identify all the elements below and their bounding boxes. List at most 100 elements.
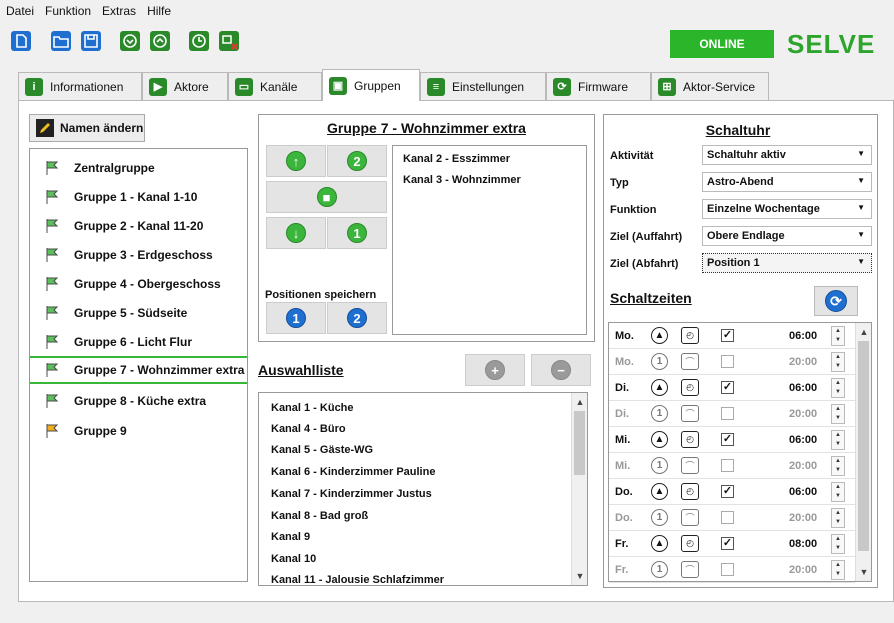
up-arrow-icon[interactable]: ▲ (651, 535, 668, 552)
time-value[interactable]: 20:00 (789, 460, 817, 472)
time-stepper[interactable]: ▲ ▼ (831, 456, 845, 476)
target-down-select[interactable]: Position 1 ▼ (702, 253, 872, 273)
down-button[interactable]: ↓ (266, 217, 326, 249)
enable-checkbox[interactable]: ✓ (721, 381, 734, 394)
scroll-thumb[interactable] (574, 411, 585, 475)
clock-icon[interactable]: ◴ (681, 431, 699, 448)
scroll-down-icon[interactable]: ▼ (572, 569, 588, 583)
position-1-icon[interactable]: 1 (651, 561, 668, 578)
up-arrow-icon[interactable]: ▲ (651, 379, 668, 396)
time-value[interactable]: 20:00 (789, 408, 817, 420)
down-icon[interactable] (119, 30, 141, 52)
function-select[interactable]: Einzelne Wochentage ▼ (702, 199, 872, 219)
list-item[interactable]: Gruppe 6 - Licht Flur (30, 328, 247, 356)
list-item[interactable]: Kanal 1 - Küche (271, 402, 354, 414)
time-stepper[interactable]: ▲ ▼ (831, 352, 845, 372)
menu-hilfe[interactable]: Hilfe (147, 4, 171, 18)
scroll-thumb[interactable] (858, 341, 869, 551)
target-up-select[interactable]: Obere Endlage ▼ (702, 226, 872, 246)
save-position-2-button[interactable]: 2 (327, 302, 387, 334)
tab-einstellungen[interactable]: ≡ Einstellungen (420, 72, 546, 100)
scroll-up-icon[interactable]: ▲ (572, 395, 588, 409)
stop-button[interactable]: ■ (266, 181, 387, 213)
type-select[interactable]: Astro-Abend ▼ (702, 172, 872, 192)
time-stepper[interactable]: ▲ ▼ (831, 326, 845, 346)
save-icon[interactable] (80, 30, 102, 52)
time-stepper[interactable]: ▲ ▼ (831, 560, 845, 580)
time-stepper[interactable]: ▲ ▼ (831, 534, 845, 554)
time-value[interactable]: 06:00 (789, 330, 817, 342)
tab-aktore[interactable]: ▶ Aktore (142, 72, 228, 100)
enable-checkbox[interactable]: ✓ (721, 537, 734, 550)
list-item[interactable]: Kanal 10 (271, 553, 316, 565)
list-item[interactable]: Gruppe 8 - Küche extra (30, 387, 247, 415)
up-icon[interactable] (149, 30, 171, 52)
astro-icon[interactable]: ⌒ (681, 509, 699, 526)
up-arrow-icon[interactable]: ▲ (651, 327, 668, 344)
enable-checkbox[interactable] (721, 407, 734, 420)
time-value[interactable]: 06:00 (789, 486, 817, 498)
clock-icon[interactable]: ◴ (681, 379, 699, 396)
intermediate-2-button[interactable]: 2 (327, 145, 387, 177)
list-item-selected[interactable]: Gruppe 7 - Wohnzimmer extra (30, 356, 247, 384)
tab-informationen[interactable]: i Informationen (18, 72, 142, 100)
list-item[interactable]: Kanal 7 - Kinderzimmer Justus (271, 488, 432, 500)
list-item[interactable]: Kanal 11 - Jalousie Schlafzimmer (271, 574, 444, 586)
up-arrow-icon[interactable]: ▲ (651, 431, 668, 448)
enable-checkbox[interactable] (721, 355, 734, 368)
list-item[interactable]: Zentralgruppe (30, 154, 247, 182)
time-value[interactable]: 08:00 (789, 538, 817, 550)
tab-firmware[interactable]: ⟳ Firmware (546, 72, 651, 100)
list-item[interactable]: Gruppe 5 - Südseite (30, 299, 247, 327)
astro-icon[interactable]: ⌒ (681, 353, 699, 370)
scroll-down-icon[interactable]: ▼ (856, 565, 872, 579)
save-position-1-button[interactable]: 1 (266, 302, 326, 334)
time-value[interactable]: 20:00 (789, 356, 817, 368)
enable-checkbox[interactable]: ✓ (721, 485, 734, 498)
clock-icon[interactable] (188, 30, 210, 52)
up-button[interactable]: ↑ (266, 145, 326, 177)
clock-icon[interactable]: ◴ (681, 327, 699, 344)
time-value[interactable]: 20:00 (789, 564, 817, 576)
tab-kanaele[interactable]: ▭ Kanäle (228, 72, 322, 100)
astro-icon[interactable]: ⌒ (681, 561, 699, 578)
scroll-up-icon[interactable]: ▲ (856, 325, 872, 339)
list-item[interactable]: Kanal 9 (271, 531, 310, 543)
list-item[interactable]: Kanal 3 - Wohnzimmer (403, 174, 521, 186)
activity-select[interactable]: Schaltuhr aktiv ▼ (702, 145, 872, 165)
list-item[interactable]: Kanal 2 - Esszimmer (403, 153, 510, 165)
time-stepper[interactable]: ▲ ▼ (831, 508, 845, 528)
time-value[interactable]: 06:00 (789, 434, 817, 446)
enable-checkbox[interactable] (721, 511, 734, 524)
clock-icon[interactable]: ◴ (681, 483, 699, 500)
menu-extras[interactable]: Extras (102, 4, 136, 18)
list-item[interactable]: Kanal 4 - Büro (271, 423, 346, 435)
list-item[interactable]: Kanal 6 - Kinderzimmer Pauline (271, 466, 435, 478)
new-file-icon[interactable] (10, 30, 32, 52)
position-1-icon[interactable]: 1 (651, 405, 668, 422)
enable-checkbox[interactable] (721, 459, 734, 472)
refresh-button[interactable]: ⟳ (814, 286, 858, 316)
list-item[interactable]: Kanal 8 - Bad groß (271, 510, 368, 522)
menu-funktion[interactable]: Funktion (45, 4, 91, 18)
astro-icon[interactable]: ⌒ (681, 457, 699, 474)
time-value[interactable]: 20:00 (789, 512, 817, 524)
position-1-icon[interactable]: 1 (651, 509, 668, 526)
time-stepper[interactable]: ▲ ▼ (831, 482, 845, 502)
list-item[interactable]: Gruppe 4 - Obergeschoss (30, 270, 247, 298)
list-item[interactable]: Gruppe 1 - Kanal 1-10 (30, 183, 247, 211)
disconnect-icon[interactable] (218, 30, 240, 52)
add-button[interactable]: + (465, 354, 525, 386)
enable-checkbox[interactable] (721, 563, 734, 576)
list-item[interactable]: Gruppe 3 - Erdgeschoss (30, 241, 247, 269)
open-folder-icon[interactable] (50, 30, 72, 52)
intermediate-1-button[interactable]: 1 (327, 217, 387, 249)
clock-icon[interactable]: ◴ (681, 535, 699, 552)
scrollbar[interactable]: ▲ ▼ (855, 323, 871, 581)
tab-gruppen[interactable]: ▣ Gruppen (322, 69, 420, 101)
time-stepper[interactable]: ▲ ▼ (831, 378, 845, 398)
astro-icon[interactable]: ⌒ (681, 405, 699, 422)
up-arrow-icon[interactable]: ▲ (651, 483, 668, 500)
list-item[interactable]: Gruppe 2 - Kanal 11-20 (30, 212, 247, 240)
tab-aktor-service[interactable]: ⊞ Aktor-Service (651, 72, 769, 100)
